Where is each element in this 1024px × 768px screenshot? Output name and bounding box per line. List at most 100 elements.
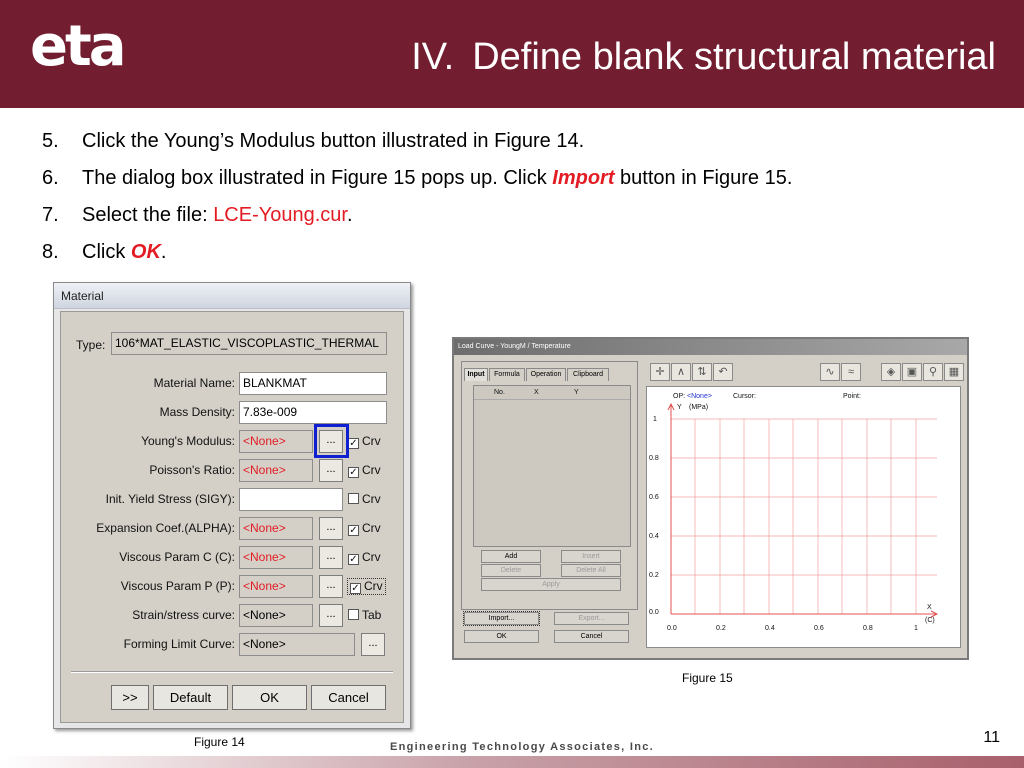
- expand-button[interactable]: >>: [111, 685, 149, 710]
- viscous-param-p-crv-checkbox[interactable]: ✓ Crv: [347, 578, 386, 595]
- y-tick: 0.0: [649, 609, 659, 616]
- cancel-button[interactable]: Cancel: [554, 630, 629, 643]
- zoom-icon[interactable]: ⚲: [923, 363, 943, 381]
- material-dialog-body: Type: 106*MAT_ELASTIC_VISCOPLASTIC_THERM…: [60, 311, 404, 723]
- step-text: Click the Young’s Modulus button illustr…: [82, 130, 585, 152]
- expansion-coef-crv-checkbox[interactable]: ✓ Crv: [348, 521, 381, 536]
- forming-limit-curve-label: Forming Limit Curve:: [123, 637, 235, 651]
- init-yield-stress-input[interactable]: [239, 488, 343, 511]
- mass-density-input[interactable]: 7.83e-009: [239, 401, 387, 424]
- step-emphasis: OK: [130, 241, 161, 263]
- youngs-modulus-crv-checkbox[interactable]: ✓ Crv: [348, 434, 381, 449]
- add-point-icon[interactable]: ✛: [650, 363, 670, 381]
- material-name-input[interactable]: BLANKMAT: [239, 372, 387, 395]
- x-tick: 0.6: [814, 625, 824, 632]
- divider: [71, 671, 393, 673]
- mirror-icon[interactable]: ⇅: [692, 363, 712, 381]
- step-7: 7. Select the file: LCE-Young.cur.: [42, 201, 792, 238]
- viscous-param-p-label: Viscous Param P (P):: [120, 579, 235, 593]
- expansion-coef-curve-button[interactable]: ...: [319, 517, 343, 540]
- tab-operation[interactable]: Operation: [526, 368, 566, 381]
- delete-all-button[interactable]: Delete All: [561, 564, 621, 577]
- poissons-ratio-field[interactable]: <None>: [239, 459, 313, 482]
- x-tick: 0.4: [765, 625, 775, 632]
- eta-logo: eta: [30, 14, 127, 79]
- poissons-ratio-curve-button[interactable]: ...: [319, 459, 343, 482]
- y-tick: 0.2: [649, 572, 659, 579]
- checkbox-unchecked-icon: [348, 493, 359, 504]
- strain-stress-curve-button[interactable]: ...: [319, 604, 343, 627]
- apply-button[interactable]: Apply: [481, 578, 621, 591]
- viscous-param-c-crv-checkbox[interactable]: ✓ Crv: [348, 550, 381, 565]
- fit-view-icon[interactable]: ◈: [881, 363, 901, 381]
- viscous-param-p-field[interactable]: <None>: [239, 575, 313, 598]
- figure-15-caption: Figure 15: [682, 671, 733, 685]
- forming-limit-curve-field[interactable]: <None>: [239, 633, 355, 656]
- ok-button[interactable]: OK: [232, 685, 307, 710]
- x-tick: 0.8: [863, 625, 873, 632]
- compare-curve-icon[interactable]: ≈: [841, 363, 861, 381]
- forming-limit-curve-button[interactable]: ...: [361, 633, 385, 656]
- checkbox-checked-icon: ✓: [348, 438, 359, 449]
- curve-edit-icon[interactable]: ∧: [671, 363, 691, 381]
- checkbox-label: Crv: [362, 492, 381, 506]
- points-table[interactable]: [473, 385, 631, 547]
- checkbox-unchecked-icon: [348, 609, 359, 620]
- checkbox-checked-icon: ✓: [348, 467, 359, 478]
- strain-stress-curve-field[interactable]: <None>: [239, 604, 313, 627]
- load-curve-dialog: Load Curve - YoungM / Temperature Input …: [452, 337, 969, 660]
- step-text: .: [347, 204, 353, 226]
- poissons-ratio-label: Poisson's Ratio:: [149, 463, 235, 477]
- column-no: No.: [494, 389, 505, 396]
- column-x: X: [534, 389, 539, 396]
- material-dialog-title: Material: [54, 283, 410, 309]
- curve-plot[interactable]: OP: <None> Cursor: Point: Y (MPa) X (C) …: [646, 386, 961, 648]
- type-label: Type:: [76, 338, 106, 352]
- undo-icon[interactable]: ↶: [713, 363, 733, 381]
- add-button[interactable]: Add: [481, 550, 541, 563]
- default-button[interactable]: Default: [153, 685, 228, 710]
- tab-formula[interactable]: Formula: [489, 368, 525, 381]
- step-number: 7.: [42, 204, 59, 226]
- y-tick: 0.6: [649, 494, 659, 501]
- step-5: 5. Click the Young’s Modulus button illus…: [42, 127, 792, 164]
- cancel-button[interactable]: Cancel: [311, 685, 386, 710]
- x-tick: 1: [914, 625, 918, 632]
- company-name: Engineering Technology Associates, Inc.: [390, 741, 655, 753]
- delete-button[interactable]: Delete: [481, 564, 541, 577]
- instruction-list: 5. Click the Young’s Modulus button illus…: [42, 127, 792, 275]
- step-text: Click: [82, 241, 131, 263]
- strain-stress-tab-checkbox[interactable]: Tab: [348, 608, 381, 622]
- step-number: 6.: [42, 167, 59, 189]
- checkbox-label: Crv: [362, 521, 381, 535]
- checkbox-label: Tab: [362, 608, 382, 622]
- page-number: 11: [983, 729, 1000, 746]
- checkbox-checked-icon: ✓: [348, 554, 359, 565]
- youngs-modulus-field[interactable]: <None>: [239, 430, 313, 453]
- poissons-ratio-crv-checkbox[interactable]: ✓ Crv: [348, 463, 381, 478]
- tab-clipboard[interactable]: Clipboard: [567, 368, 609, 381]
- strain-stress-curve-label: Strain/stress curve:: [132, 608, 235, 622]
- show-curve-icon[interactable]: ∿: [820, 363, 840, 381]
- import-button[interactable]: Import...: [463, 611, 540, 626]
- expansion-coef-field[interactable]: <None>: [239, 517, 313, 540]
- checkbox-label: Crv: [362, 463, 381, 477]
- view-3d-icon[interactable]: ▦: [944, 363, 964, 381]
- tab-input[interactable]: Input: [464, 368, 488, 381]
- slide-title-number: IV.: [411, 36, 455, 78]
- load-curve-dialog-title: Load Curve - YoungM / Temperature: [454, 339, 967, 355]
- table-header-divider: [474, 399, 630, 400]
- init-yield-stress-crv-checkbox[interactable]: Crv: [348, 492, 381, 506]
- viscous-param-c-label: Viscous Param C (C):: [119, 550, 235, 564]
- zoom-box-icon[interactable]: ▣: [902, 363, 922, 381]
- insert-button[interactable]: Insert: [561, 550, 621, 563]
- viscous-param-c-field[interactable]: <None>: [239, 546, 313, 569]
- plot-grid: [667, 402, 939, 618]
- ok-button[interactable]: OK: [464, 630, 539, 643]
- expansion-coef-label: Expansion Coef.(ALPHA):: [96, 521, 235, 535]
- viscous-param-c-curve-button[interactable]: ...: [319, 546, 343, 569]
- viscous-param-p-curve-button[interactable]: ...: [319, 575, 343, 598]
- export-button[interactable]: Export...: [554, 612, 629, 625]
- slide-title: IV. Define blank structural material: [411, 36, 996, 79]
- step-text: button in Figure 15.: [614, 167, 793, 189]
